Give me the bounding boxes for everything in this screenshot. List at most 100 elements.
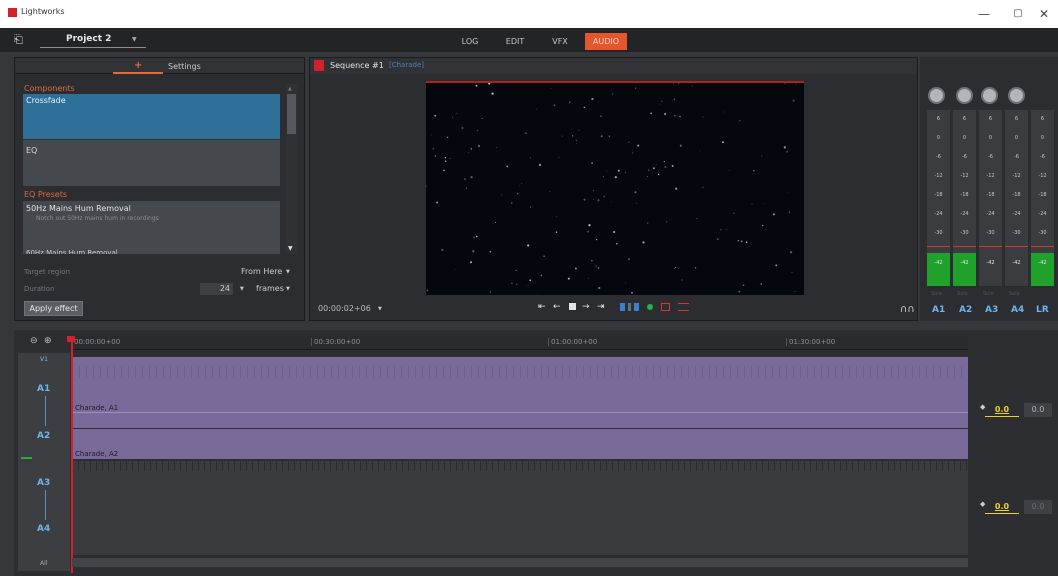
scroll-down-icon[interactable]: ▼: [288, 245, 293, 252]
mixer-label-a2[interactable]: A2: [959, 305, 972, 315]
pan-knob-a4[interactable]: [1008, 87, 1025, 104]
playhead[interactable]: [71, 337, 73, 573]
minimize-button[interactable]: —: [970, 4, 998, 24]
star: [526, 285, 528, 287]
preset-item-next[interactable]: 60Hz Mains Hum Removal: [26, 249, 118, 254]
mixer-label-lr[interactable]: LR: [1036, 305, 1049, 315]
component-crossfade[interactable]: Crossfade: [23, 94, 280, 139]
star: [726, 229, 728, 231]
zoom-out-icon[interactable]: ⊖: [30, 336, 38, 346]
tab-edit[interactable]: EDIT: [500, 33, 530, 50]
all-tracks-button[interactable]: All: [40, 560, 47, 567]
mixer-label-a3[interactable]: A3: [985, 305, 998, 315]
star: [627, 258, 631, 261]
star: [510, 202, 513, 204]
track-header-a2[interactable]: A2: [37, 431, 50, 441]
mixer-label-a1[interactable]: A1: [932, 305, 945, 315]
meter-threshold-line: [979, 246, 1002, 247]
level-meter-2[interactable]: 6 0 -6 -12 -18 -24 -30 -42: [953, 110, 976, 286]
video-frame[interactable]: [425, 81, 804, 296]
apply-effect-button[interactable]: Apply effect: [24, 301, 83, 316]
star: [783, 146, 786, 149]
clip-a2[interactable]: [72, 429, 968, 459]
track-header-a1[interactable]: A1: [37, 384, 50, 394]
level-meter-3[interactable]: 6 0 -6 -12 -18 -24 -30 -42: [979, 110, 1002, 286]
step-back-icon[interactable]: ←: [553, 302, 561, 312]
mixer-label-a4[interactable]: A4: [1011, 305, 1024, 315]
solo-label[interactable]: Solo: [983, 291, 994, 297]
pan-knob-a3[interactable]: [981, 87, 998, 104]
timecode-dropdown-icon[interactable]: ▼: [378, 306, 382, 312]
meter-fill: [1031, 253, 1054, 286]
unit-dropdown-icon[interactable]: ▼: [286, 283, 290, 295]
step-forward-icon[interactable]: →: [582, 302, 590, 312]
star: [491, 92, 494, 95]
tab-log[interactable]: LOG: [455, 33, 485, 50]
volume-a1[interactable]: 0.0: [985, 403, 1019, 417]
insert-icon[interactable]: [661, 303, 670, 311]
ruler-timecode: 01:00:00+00: [548, 338, 597, 346]
tab-vfx[interactable]: VFX: [545, 33, 575, 50]
solo-label[interactable]: Solo: [1009, 291, 1020, 297]
zoom-in-icon[interactable]: ⊕: [44, 336, 52, 346]
star: [470, 176, 473, 179]
record-icon[interactable]: [647, 304, 653, 310]
volume-a3[interactable]: 0.0: [985, 500, 1019, 514]
star: [444, 156, 446, 159]
exit-project-icon[interactable]: ⎗: [14, 33, 28, 47]
star: [530, 206, 531, 208]
meter-tick-label: 0: [936, 135, 941, 141]
track-header-v1[interactable]: V1: [40, 356, 48, 363]
close-button[interactable]: ✕: [1030, 4, 1058, 24]
timeline-scrollbar[interactable]: [72, 558, 968, 567]
empty-tracks-a3-a4[interactable]: [72, 471, 968, 555]
preset-item[interactable]: 50Hz Mains Hum Removal: [26, 204, 131, 213]
viewer-timecode[interactable]: 00:00:02+06: [318, 304, 371, 313]
go-to-end-icon[interactable]: ⇥: [597, 302, 605, 312]
volume-line-a1[interactable]: [72, 412, 968, 413]
mark-in-icon[interactable]: [620, 303, 625, 311]
star: [596, 239, 598, 241]
track-header-a4[interactable]: A4: [37, 524, 50, 534]
scrollbar-thumb[interactable]: [287, 94, 296, 134]
meter-tick-label: 6: [936, 116, 941, 122]
pan-knob-a1[interactable]: [928, 87, 945, 104]
star: [671, 165, 674, 167]
star: [691, 85, 693, 87]
add-effect-icon: +: [134, 60, 143, 71]
tab-audio[interactable]: AUDIO: [585, 33, 627, 50]
pan-knob-a2[interactable]: [956, 87, 973, 104]
solo-label[interactable]: Solo: [931, 291, 942, 297]
level-meter-5[interactable]: 6 0 -6 -12 -18 -24 -30 -42: [1031, 110, 1054, 286]
stop-icon[interactable]: [569, 303, 576, 310]
star: [647, 176, 648, 177]
component-eq[interactable]: EQ: [23, 140, 280, 186]
star: [650, 112, 653, 115]
mark-out-icon[interactable]: [634, 303, 639, 311]
playhead-handle[interactable]: [67, 336, 75, 342]
star: [737, 239, 740, 242]
settings-tab[interactable]: Settings: [168, 62, 201, 71]
target-region-value[interactable]: From Here: [241, 266, 282, 278]
clear-marks-icon[interactable]: [628, 303, 631, 311]
go-to-start-icon[interactable]: ⇤: [538, 302, 546, 312]
duration-dropdown-icon[interactable]: ▼: [240, 283, 244, 295]
duration-input[interactable]: 24: [200, 283, 233, 295]
replace-icon[interactable]: [678, 303, 689, 311]
level-meter-1[interactable]: 6 0 -6 -12 -18 -24 -30 -42: [927, 110, 950, 286]
target-region-dropdown-icon[interactable]: ▼: [286, 266, 290, 278]
meter-threshold-line: [1005, 246, 1028, 247]
duration-unit[interactable]: frames: [256, 283, 284, 295]
level-meter-4[interactable]: 6 0 -6 -12 -18 -24 -30 -42: [1005, 110, 1028, 286]
track-header-a3[interactable]: A3: [37, 478, 50, 488]
volume-a1-right[interactable]: 0.0: [1024, 403, 1052, 417]
volume-a3-right[interactable]: 0.0: [1024, 500, 1052, 514]
meter-threshold-line: [953, 246, 976, 247]
headphones-icon[interactable]: ∩∩: [900, 304, 915, 315]
star: [612, 93, 614, 95]
ruler-timecode: 00:00:00+00: [74, 338, 121, 346]
project-dropdown-icon[interactable]: ▼: [132, 36, 137, 43]
maximize-button[interactable]: ▢: [1004, 4, 1032, 24]
scroll-up-icon[interactable]: ▲: [288, 86, 292, 92]
solo-label[interactable]: Solo: [957, 291, 968, 297]
